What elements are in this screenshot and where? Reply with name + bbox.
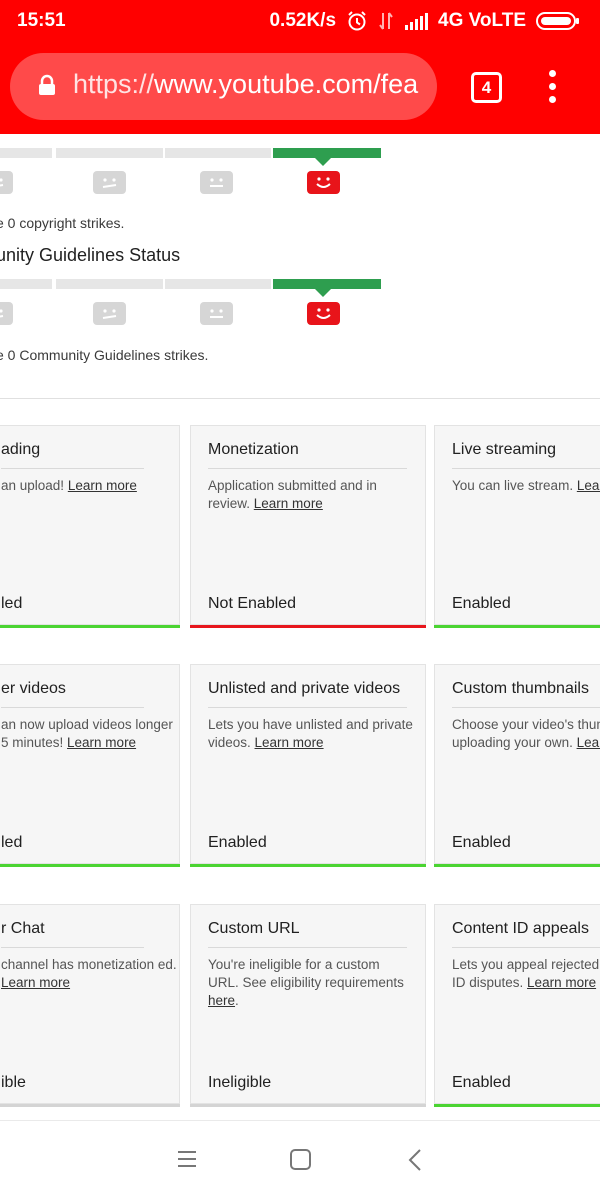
data-transfer-icon bbox=[378, 11, 394, 31]
card-status: Enabled bbox=[452, 595, 511, 612]
url-host: www.youtube.com/fea bbox=[154, 69, 419, 99]
card-status: Enabled bbox=[452, 834, 511, 851]
browser-top-bar: 15:51 0.52K/s 4G VoLTE https://www.youtu… bbox=[0, 0, 600, 134]
strike-face-icon bbox=[0, 302, 13, 325]
card-title: ading bbox=[1, 441, 144, 469]
learn-more-link[interactable]: Learn more bbox=[527, 975, 596, 990]
card-title: er videos bbox=[1, 680, 144, 708]
card-description: channel has monetization ed. Learn more bbox=[1, 957, 177, 990]
copyright-strikes-text: e 0 copyright strikes. bbox=[0, 215, 125, 231]
feature-card-live-streaming: Live streaming You can live stream. Lear… bbox=[434, 425, 600, 628]
happy-face-icon bbox=[307, 302, 340, 325]
card-description: Choose your video's thumb uploading your… bbox=[452, 716, 600, 752]
learn-more-link[interactable]: Learn more bbox=[67, 735, 136, 750]
card-status: Ineligible bbox=[208, 1074, 272, 1091]
learn-more-link[interactable]: Learn more bbox=[68, 478, 137, 493]
feature-card-custom-url: Custom URL You're ineligible for a custo… bbox=[190, 904, 426, 1107]
address-bar[interactable]: https://www.youtube.com/fea bbox=[10, 53, 437, 120]
feature-card-uploading: ading an upload! Learn more led bbox=[0, 425, 180, 628]
strike-face-icon bbox=[93, 171, 126, 194]
feature-card-content-id-appeals: Content ID appeals Lets you appeal rejec… bbox=[434, 904, 600, 1107]
url-text[interactable]: https://www.youtube.com/fea bbox=[73, 69, 431, 100]
card-title: Live streaming bbox=[452, 441, 600, 469]
card-status: ible bbox=[1, 1074, 26, 1091]
status-time: 15:51 bbox=[17, 10, 66, 31]
strike-face-icon bbox=[0, 171, 13, 194]
feature-card-super-chat: r Chat channel has monetization ed. Lear… bbox=[0, 904, 180, 1107]
card-status: led bbox=[1, 595, 23, 612]
status-bar-enabled bbox=[434, 864, 600, 867]
neutral-face-icon bbox=[200, 302, 233, 325]
learn-more-link[interactable]: Learn more bbox=[254, 496, 323, 511]
status-bar-ineligible bbox=[0, 1104, 180, 1107]
status-indicators: 0.52K/s 4G VoLTE bbox=[269, 10, 580, 32]
card-status: led bbox=[1, 834, 23, 851]
signal-icon bbox=[404, 12, 429, 30]
tabs-count: 4 bbox=[481, 78, 492, 97]
community-strike-meter bbox=[0, 279, 381, 297]
status-bar: 15:51 0.52K/s 4G VoLTE bbox=[0, 0, 600, 40]
neutral-face-icon bbox=[200, 171, 233, 194]
status-bar-enabled bbox=[434, 625, 600, 628]
status-bar-enabled bbox=[190, 864, 426, 867]
card-description: You can live stream. Learn bbox=[452, 477, 600, 495]
card-status: Enabled bbox=[452, 1074, 511, 1091]
card-description: an upload! Learn more bbox=[1, 478, 137, 493]
network-speed: 0.52K/s bbox=[269, 10, 337, 31]
recents-icon[interactable] bbox=[176, 1148, 198, 1175]
community-strikes-text: e 0 Community Guidelines strikes. bbox=[0, 347, 209, 363]
system-navigation-bar bbox=[0, 1120, 600, 1200]
strike-face-icon bbox=[93, 302, 126, 325]
card-description: an now upload videos longer 5 minutes! L… bbox=[1, 717, 173, 750]
feature-card-monetization: Monetization Application submitted and i… bbox=[190, 425, 426, 628]
status-bar-enabled bbox=[0, 864, 180, 867]
card-title: Content ID appeals bbox=[452, 920, 600, 948]
card-title: Custom URL bbox=[208, 920, 407, 948]
card-title: Unlisted and private videos bbox=[208, 680, 407, 708]
tabs-button[interactable]: 4 bbox=[471, 72, 502, 103]
card-title: Monetization bbox=[208, 441, 407, 469]
learn-more-link[interactable]: Learn bbox=[577, 478, 600, 493]
eligibility-link[interactable]: here bbox=[208, 993, 235, 1008]
lock-icon bbox=[38, 74, 56, 101]
learn-more-link[interactable]: Learn bbox=[577, 735, 600, 750]
url-scheme: https:// bbox=[73, 69, 155, 99]
features-page: e 0 copyright strikes. unity Guidelines … bbox=[0, 134, 600, 1120]
status-bar-enabled bbox=[0, 625, 180, 628]
network-type: 4G VoLTE bbox=[438, 10, 526, 31]
back-icon[interactable] bbox=[406, 1148, 424, 1177]
learn-more-link[interactable]: Learn more bbox=[1, 975, 70, 990]
status-bar-ineligible bbox=[190, 1104, 426, 1107]
card-description: You're ineligible for a custom URL. See … bbox=[208, 957, 404, 1008]
card-title: r Chat bbox=[1, 920, 144, 948]
battery-icon bbox=[536, 11, 580, 31]
section-divider bbox=[0, 398, 600, 399]
happy-face-icon bbox=[307, 171, 340, 194]
alarm-icon bbox=[346, 10, 368, 32]
home-icon[interactable] bbox=[289, 1148, 312, 1176]
card-status: Not Enabled bbox=[208, 595, 297, 612]
card-description: Lets you have unlisted and private video… bbox=[208, 717, 413, 750]
card-description: Application submitted and in review. Lea… bbox=[208, 478, 377, 511]
community-guidelines-title: unity Guidelines Status bbox=[0, 245, 181, 265]
feature-card-unlisted-private: Unlisted and private videos Lets you hav… bbox=[190, 664, 426, 867]
card-title: Custom thumbnails bbox=[452, 680, 600, 708]
copyright-strike-meter bbox=[0, 148, 381, 166]
learn-more-link[interactable]: Learn more bbox=[255, 735, 324, 750]
card-description: Lets you appeal rejected C ID disputes. … bbox=[452, 957, 600, 990]
feature-card-longer-videos: er videos an now upload videos longer 5 … bbox=[0, 664, 180, 867]
feature-card-custom-thumbnails: Custom thumbnails Choose your video's th… bbox=[434, 664, 600, 867]
status-bar-enabled bbox=[434, 1104, 600, 1107]
card-status: Enabled bbox=[208, 834, 267, 851]
overflow-menu-icon[interactable] bbox=[546, 70, 558, 104]
status-bar-disabled bbox=[190, 625, 426, 628]
